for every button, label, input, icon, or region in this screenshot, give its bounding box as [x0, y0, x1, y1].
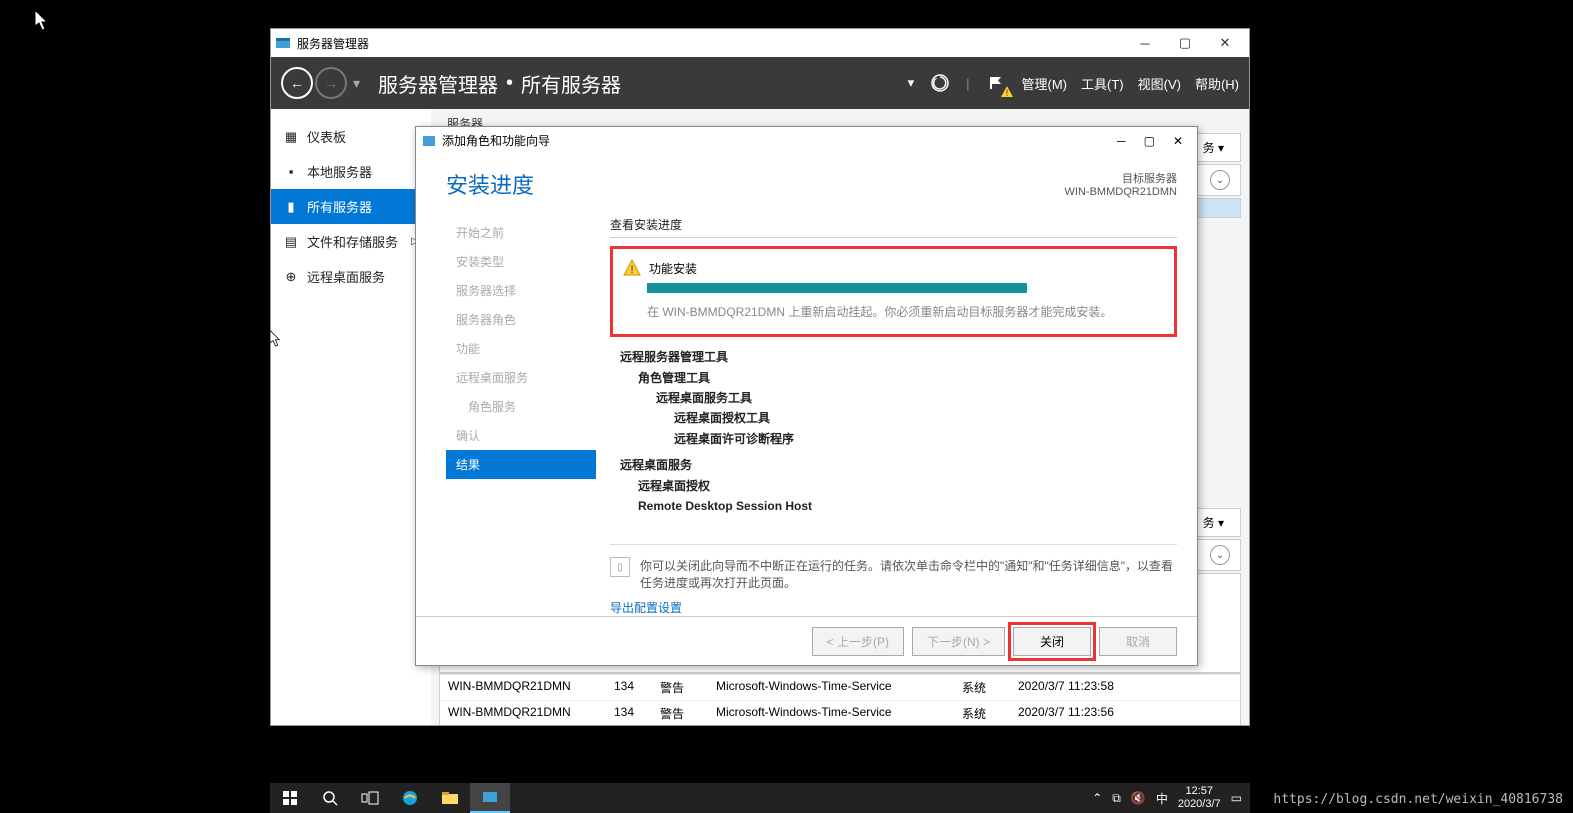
next-button: 下一步(N) > — [912, 627, 1005, 656]
cursor-icon — [35, 10, 53, 32]
add-roles-wizard-dialog: 添加角色和功能向导 ─ ▢ ✕ 安装进度 目标服务器 WIN-BMMDQR21D… — [415, 126, 1198, 666]
header-bar: ← → ▾ 服务器管理器 • 所有服务器 ▾ | ! 管理(M) 工具(T) 视… — [271, 57, 1249, 109]
table-row[interactable]: WIN-BMMDQR21DMN 134 警告 Microsoft-Windows… — [440, 700, 1240, 725]
minimize-button[interactable]: ─ — [1117, 134, 1126, 148]
sidebar: ▦仪表板 ▪本地服务器 ▮所有服务器 ▤文件和存储服务▷ ⊕远程桌面服务 — [271, 109, 431, 725]
clock[interactable]: 12:57 2020/3/7 — [1178, 785, 1221, 811]
table-row[interactable]: WIN-BMMDQR21DMN 134 警告 Microsoft-Windows… — [440, 674, 1240, 700]
svg-text:!: ! — [630, 264, 633, 276]
progress-bar — [647, 283, 1027, 293]
export-config-link[interactable]: 导出配置设置 — [610, 599, 1177, 616]
taskbar: ⌃ ⧉ 🔇 中 12:57 2020/3/7 ▭ — [270, 783, 1250, 813]
ime-indicator[interactable]: 中 — [1156, 790, 1168, 807]
volume-icon[interactable]: 🔇 — [1131, 791, 1146, 805]
section-title: 查看安装进度 — [610, 216, 1177, 238]
chevron-right-icon: • — [506, 72, 513, 95]
close-button[interactable]: ✕ — [1205, 29, 1245, 57]
status-highlight: ! 功能安装 在 WIN-BMMDQR21DMN 上重新启动挂起。你必须重新启动… — [610, 246, 1177, 337]
wizard-steps: 开始之前 安装类型 服务器选择 服务器角色 功能 远程桌面服务 角色服务 确认 … — [446, 210, 596, 616]
taskview-button[interactable] — [350, 783, 390, 813]
chevron-down-icon[interactable]: ⌄ — [1210, 545, 1230, 565]
search-button[interactable] — [310, 783, 350, 813]
maximize-button[interactable]: ▢ — [1144, 134, 1155, 148]
network-icon[interactable]: ⧉ — [1112, 791, 1121, 806]
dashboard-icon: ▦ — [283, 129, 299, 145]
warning-icon: ! — [1000, 85, 1014, 99]
wizard-heading: 安装进度 — [446, 168, 534, 200]
tray-chevron-icon[interactable]: ⌃ — [1092, 791, 1102, 805]
note-box: ▯ 你可以关闭此向导而不中断正在运行的任务。请依次单击命令栏中的"通知"和"任务… — [610, 544, 1177, 591]
step-server-roles: 服务器角色 — [446, 305, 596, 334]
menu-view[interactable]: 视图(V) — [1138, 74, 1181, 93]
maximize-button[interactable]: ▢ — [1165, 29, 1205, 57]
wizard-main: 查看安装进度 ! 功能安装 在 WIN-BMMDQR21DMN 上重新启动挂起。… — [596, 210, 1177, 616]
rds-icon: ⊕ — [283, 269, 299, 285]
refresh-button[interactable] — [928, 71, 952, 95]
step-install-type: 安装类型 — [446, 247, 596, 276]
target-server-info: 目标服务器 WIN-BMMDQR21DMN — [1065, 170, 1177, 198]
step-features: 功能 — [446, 334, 596, 363]
step-before-begin: 开始之前 — [446, 218, 596, 247]
chevron-down-icon[interactable]: ⌄ — [1210, 170, 1230, 190]
step-server-select: 服务器选择 — [446, 276, 596, 305]
menu-manage[interactable]: 管理(M) — [1022, 74, 1068, 93]
server-icon: ▪ — [283, 164, 299, 180]
window-controls: ─ ▢ ✕ — [1125, 29, 1245, 57]
action-center-icon[interactable]: ▭ — [1231, 791, 1242, 805]
note-text: 你可以关闭此向导而不中断正在运行的任务。请依次单击命令栏中的"通知"和"任务详细… — [640, 557, 1177, 591]
step-rds: 远程桌面服务 — [446, 363, 596, 392]
breadcrumb-page[interactable]: 所有服务器 — [521, 69, 621, 98]
wizard-titlebar: 添加角色和功能向导 ─ ▢ ✕ — [416, 127, 1197, 154]
start-button[interactable] — [270, 783, 310, 813]
sidebar-item-dashboard[interactable]: ▦仪表板 — [271, 119, 431, 154]
warning-icon: ! — [623, 259, 641, 277]
nav-dropdown-icon[interactable]: ▾ — [353, 75, 360, 92]
events-table: WIN-BMMDQR21DMN 134 警告 Microsoft-Windows… — [439, 673, 1241, 725]
servers-icon: ▮ — [283, 199, 299, 215]
close-button[interactable]: 关闭 — [1013, 627, 1091, 656]
wizard-title: 添加角色和功能向导 — [442, 132, 550, 149]
wizard-header: 安装进度 目标服务器 WIN-BMMDQR21DMN — [416, 154, 1197, 210]
close-button[interactable]: ✕ — [1173, 134, 1183, 148]
watermark: https://blog.csdn.net/weixin_40816738 — [1273, 792, 1563, 807]
system-tray: ⌃ ⧉ 🔇 中 12:57 2020/3/7 ▭ — [1092, 785, 1250, 811]
breadcrumb: 服务器管理器 • 所有服务器 — [378, 69, 621, 98]
cursor-icon — [270, 330, 284, 348]
wizard-footer: < 上一步(P) 下一步(N) > 关闭 取消 — [416, 616, 1197, 665]
prev-button: < 上一步(P) — [812, 627, 904, 656]
dropdown-caret-icon[interactable]: ▾ — [908, 75, 915, 91]
sidebar-item-local-server[interactable]: ▪本地服务器 — [271, 154, 431, 189]
installed-features-tree: 远程服务器管理工具 角色管理工具 远程桌面服务工具 远程桌面授权工具 远程桌面许… — [620, 347, 1177, 516]
sidebar-item-all-servers[interactable]: ▮所有服务器 — [271, 189, 431, 224]
nav-forward-button[interactable]: → — [315, 67, 347, 99]
storage-icon: ▤ — [283, 234, 299, 250]
app-icon — [422, 134, 436, 148]
explorer-button[interactable] — [430, 783, 470, 813]
window-title: 服务器管理器 — [297, 35, 369, 52]
install-status: 功能安装 — [649, 260, 697, 277]
titlebar: 服务器管理器 ─ ▢ ✕ — [271, 29, 1249, 57]
menu-help[interactable]: 帮助(H) — [1195, 74, 1239, 93]
sidebar-item-file-storage[interactable]: ▤文件和存储服务▷ — [271, 224, 431, 259]
sidebar-item-remote-desktop[interactable]: ⊕远程桌面服务 — [271, 259, 431, 294]
app-icon — [275, 35, 291, 51]
breadcrumb-app[interactable]: 服务器管理器 — [378, 69, 498, 98]
step-role-services: 角色服务 — [446, 392, 596, 421]
cancel-button: 取消 — [1099, 627, 1177, 656]
step-results[interactable]: 结果 — [446, 450, 596, 479]
restart-pending-message: 在 WIN-BMMDQR21DMN 上重新启动挂起。你必须重新启动目标服务器才能… — [647, 303, 1164, 320]
menu-tools[interactable]: 工具(T) — [1081, 74, 1124, 93]
svg-text:!: ! — [1005, 88, 1008, 98]
minimize-button[interactable]: ─ — [1125, 29, 1165, 57]
step-confirm: 确认 — [446, 421, 596, 450]
server-manager-task[interactable] — [470, 783, 510, 813]
notifications-button[interactable]: ! — [984, 71, 1008, 95]
ie-button[interactable] — [390, 783, 430, 813]
flag-icon: ▯ — [610, 557, 630, 577]
nav-back-button[interactable]: ← — [281, 67, 313, 99]
